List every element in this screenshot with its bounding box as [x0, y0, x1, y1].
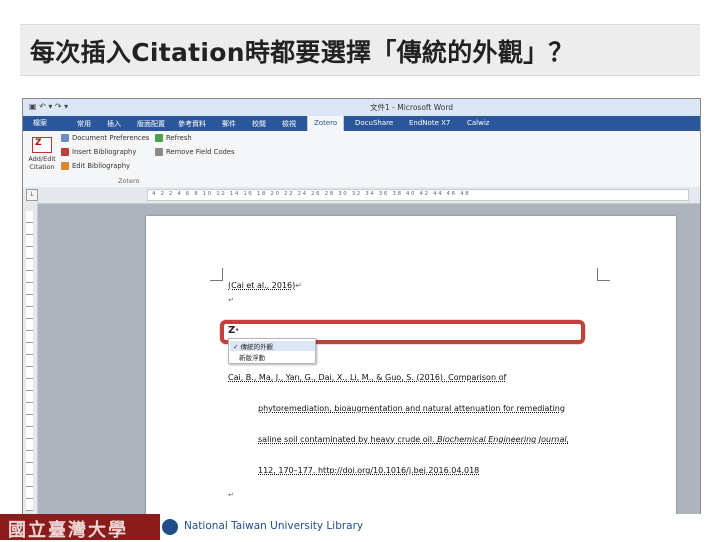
crop-mark-left — [210, 268, 223, 281]
ribbon-tabs: 檔案 常用 插入 版面配置 參考資料 郵件 校閱 檢視 Zotero DocuS… — [23, 116, 700, 131]
tab-selector[interactable]: L — [26, 189, 38, 201]
refresh-button[interactable]: Refresh — [155, 134, 192, 142]
tab-mailings[interactable]: 郵件 — [222, 119, 236, 129]
crop-mark-right — [597, 268, 610, 281]
window-title: 文件1 - Microsoft Word — [370, 103, 454, 112]
tab-references[interactable]: 參考資料 — [178, 119, 206, 129]
dropdown-item-classic-view[interactable]: ✓ 傳統的外觀 — [230, 341, 315, 351]
reference-line: Cai, B., Ma, J., Yan, G., Dai, X., Li, M… — [228, 373, 507, 382]
tab-zotero[interactable]: Zotero — [307, 116, 345, 131]
insert-bibliography-button[interactable]: Insert Bibliography — [61, 148, 136, 156]
tab-calwiz[interactable]: Calwiz — [467, 119, 489, 127]
library-name: National Taiwan University Library — [184, 520, 364, 532]
reference-line: phytoremediation, bioaugmentation and na… — [258, 404, 565, 413]
document-page[interactable]: (Cai et al., 2016)↵ ↵ Z· ✓ 傳統的外觀 新版浮動 Ca… — [146, 216, 676, 517]
tab-endnote[interactable]: EndNote X7 — [409, 119, 450, 127]
footer-brand-band: 國立臺灣大學 — [0, 514, 160, 541]
document-canvas: (Cai et al., 2016)↵ ↵ Z· ✓ 傳統的外觀 新版浮動 Ca… — [38, 204, 700, 517]
zotero-z-icon: Z· — [228, 325, 240, 336]
document-preferences-button[interactable]: Document Preferences — [61, 134, 149, 142]
paragraph-mark: ↵ — [228, 296, 234, 304]
vertical-ruler-scale — [26, 211, 33, 511]
ruler-numbers: 4 2 2 4 6 8 10 12 14 16 18 20 22 24 26 2… — [152, 191, 471, 197]
vertical-ruler[interactable] — [23, 203, 38, 517]
remove-codes-icon — [155, 148, 163, 156]
tab-home[interactable]: 常用 — [77, 119, 91, 129]
slide-title: 每次插入Citation時都要選擇「傳統的外觀」？ — [30, 38, 574, 67]
slide-footer: 國立臺灣大學 National Taiwan University Librar… — [0, 514, 720, 541]
tab-file[interactable]: 檔案 — [23, 116, 57, 131]
citation-style-dropdown[interactable]: ✓ 傳統的外觀 新版浮動 — [228, 338, 316, 364]
word-window: ▣ ↶ ▾ ↷ ▾ 文件1 - Microsoft Word 檔案 常用 插入 … — [22, 98, 701, 518]
reference-line: 112, 170–177. http://doi.org/10.1016/j.b… — [258, 466, 480, 475]
paragraph-mark: ↵ — [228, 491, 234, 499]
tab-docushare[interactable]: DocuShare — [355, 119, 393, 127]
dropdown-item-new-view[interactable]: 新版浮動 — [239, 352, 265, 362]
tab-review[interactable]: 校閱 — [252, 119, 266, 129]
horizontal-ruler[interactable]: 4 2 2 4 6 8 10 12 14 16 18 20 22 24 26 2… — [147, 189, 689, 201]
quick-access-toolbar[interactable]: ▣ ↶ ▾ ↷ ▾ — [29, 102, 68, 111]
library-logo-icon — [162, 519, 178, 535]
zotero-citation-icon: Z — [32, 137, 52, 153]
ribbon-panel: Z Add/Edit Citation Document Preferences… — [23, 131, 700, 188]
tab-insert[interactable]: 插入 — [107, 119, 121, 129]
add-edit-citation-button[interactable]: Z Add/Edit Citation — [27, 137, 57, 175]
inline-citation[interactable]: (Cai et al., 2016)↵ — [228, 281, 302, 290]
ribbon-group-label: Zotero — [118, 177, 140, 185]
refresh-icon — [155, 134, 163, 142]
tab-view[interactable]: 檢視 — [282, 119, 296, 129]
remove-field-codes-button[interactable]: Remove Field Codes — [155, 148, 235, 156]
edit-bibliography-button[interactable]: Edit Bibliography — [61, 162, 130, 170]
tab-page-layout[interactable]: 版面配置 — [137, 119, 165, 129]
edit-icon — [61, 162, 69, 170]
slide-title-banner: 每次插入Citation時都要選擇「傳統的外觀」？ — [20, 24, 700, 76]
footer-stamp: 國立臺灣大學 — [8, 520, 128, 541]
reference-line: saline soil contaminated by heavy crude … — [258, 435, 570, 444]
bibliography-icon — [61, 148, 69, 156]
title-bar: ▣ ↶ ▾ ↷ ▾ 文件1 - Microsoft Word — [23, 99, 700, 117]
preferences-icon — [61, 134, 69, 142]
horizontal-ruler-row: L 4 2 2 4 6 8 10 12 14 16 18 20 22 24 26… — [23, 187, 700, 204]
